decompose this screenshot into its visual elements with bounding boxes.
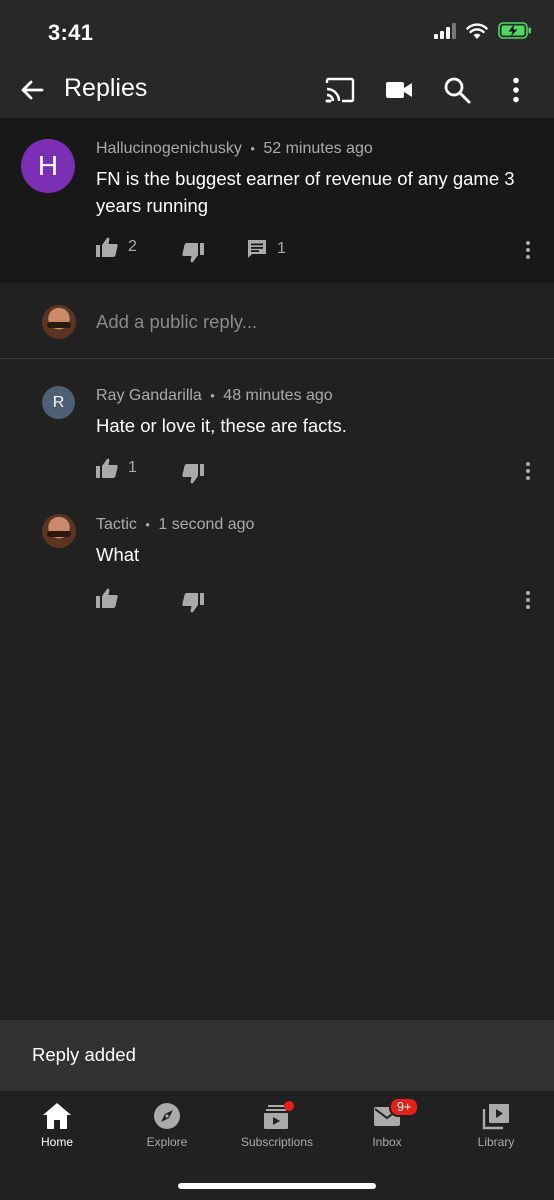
comment-text: What: [96, 544, 140, 565]
dislike-button[interactable]: [182, 243, 204, 263]
cast-button[interactable]: [324, 74, 356, 106]
notification-dot: [284, 1101, 294, 1111]
page-title: Replies: [64, 74, 148, 102]
nav-label: Explore: [146, 1135, 188, 1149]
thumb-down-icon: [182, 593, 204, 613]
add-reply-row[interactable]: Add a public reply...: [0, 283, 554, 359]
comment-more-button[interactable]: [520, 239, 536, 261]
subscriptions-icon: [260, 1099, 294, 1133]
comment-meta: Ray Gandarilla • 48 minutes ago: [96, 387, 333, 405]
thumb-up-icon: [96, 237, 118, 257]
back-button[interactable]: [16, 74, 48, 106]
comment-author[interactable]: Tactic: [96, 516, 137, 533]
comment-icon: [248, 240, 266, 258]
nav-label: Inbox: [372, 1135, 402, 1149]
thumb-down-icon: [182, 243, 204, 263]
app-bar: Replies: [0, 62, 554, 118]
like-button[interactable]: 2: [96, 237, 137, 257]
like-count: 2: [128, 238, 137, 255]
upload-video-button[interactable]: [383, 74, 415, 106]
reply-count-button[interactable]: 1: [247, 239, 286, 259]
wifi-icon: [466, 22, 488, 39]
nav-subscriptions[interactable]: Subscriptions: [222, 1099, 332, 1159]
search-icon: [444, 77, 471, 104]
snackbar: Reply added: [0, 1020, 554, 1090]
comment-more-button[interactable]: [520, 589, 536, 611]
video-camera-icon: [386, 82, 412, 98]
reply-input[interactable]: Add a public reply...: [96, 311, 257, 333]
comment-meta: Hallucinogenichusky • 52 minutes ago: [96, 140, 373, 158]
nav-inbox[interactable]: 9+ Inbox: [332, 1097, 442, 1159]
status-bar: 3:41: [0, 0, 554, 62]
like-count: 1: [128, 459, 137, 476]
thumb-down-icon: [182, 464, 204, 484]
battery-charging-icon: [498, 22, 531, 39]
comment-time: 48 minutes ago: [223, 387, 333, 404]
meta-separator: •: [210, 388, 215, 403]
comment-more-button[interactable]: [520, 460, 536, 482]
nav-label: Library: [477, 1135, 515, 1149]
inbox-icon: 9+: [370, 1097, 420, 1133]
home-indicator[interactable]: [178, 1183, 376, 1189]
dislike-button[interactable]: [182, 464, 204, 484]
nav-explore[interactable]: Explore: [112, 1099, 222, 1159]
nav-home[interactable]: Home: [2, 1099, 112, 1159]
cast-icon: [325, 77, 355, 103]
comment-time: 1 second ago: [158, 516, 255, 533]
home-icon: [40, 1099, 74, 1133]
status-icons: [434, 22, 532, 39]
snackbar-message: Reply added: [32, 1044, 136, 1065]
search-button[interactable]: [441, 74, 473, 106]
like-button[interactable]: [96, 588, 128, 608]
like-button[interactable]: 1: [96, 458, 137, 478]
comment-text: Hate or love it, these are facts.: [96, 415, 347, 436]
nav-label: Subscriptions: [240, 1135, 314, 1149]
more-vert-icon: [513, 77, 519, 103]
meta-separator: •: [145, 517, 150, 532]
comment-text: FN is the buggest earner of revenue of a…: [96, 168, 515, 216]
my-avatar: [42, 305, 76, 339]
dislike-button[interactable]: [182, 593, 204, 613]
avatar[interactable]: H: [21, 139, 75, 193]
parent-comment: H Hallucinogenichusky • 52 minutes ago F…: [0, 118, 554, 283]
reply-count: 1: [277, 240, 286, 257]
thumb-up-icon: [96, 458, 118, 478]
meta-separator: •: [250, 141, 255, 156]
comment-time: 52 minutes ago: [263, 140, 373, 157]
library-icon: [479, 1099, 513, 1133]
compass-icon: [150, 1099, 184, 1133]
comment-meta: Tactic • 1 second ago: [96, 516, 254, 534]
arrow-back-icon: [21, 80, 44, 100]
inbox-badge: 9+: [389, 1097, 420, 1117]
comment-author[interactable]: Ray Gandarilla: [96, 387, 202, 404]
status-time: 3:41: [48, 20, 94, 45]
avatar[interactable]: R: [42, 386, 75, 419]
nav-library[interactable]: Library: [441, 1099, 551, 1159]
comment-author[interactable]: Hallucinogenichusky: [96, 140, 242, 157]
thumb-up-icon: [96, 588, 118, 608]
signal-icon: [434, 22, 456, 39]
more-options-button[interactable]: [500, 74, 532, 106]
nav-label: Home: [40, 1135, 73, 1149]
avatar[interactable]: [42, 514, 76, 548]
